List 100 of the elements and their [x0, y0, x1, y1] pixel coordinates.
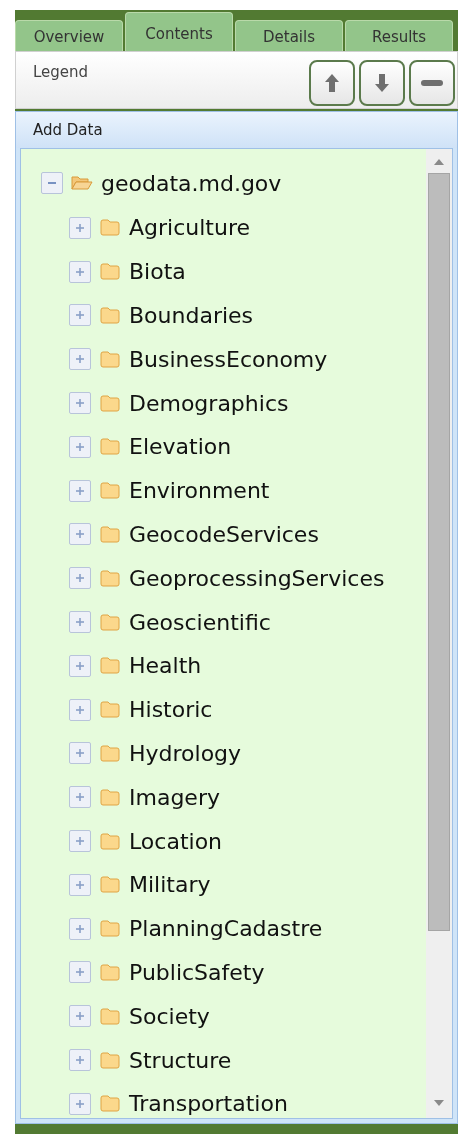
- plus-icon: [74, 747, 86, 760]
- folder-icon: [100, 657, 120, 675]
- expand-button[interactable]: [69, 1005, 91, 1028]
- plus-icon: [74, 484, 86, 497]
- tab[interactable]: Overview: [15, 20, 123, 51]
- plus-icon: [74, 616, 86, 629]
- down-arrow-icon: [374, 73, 390, 93]
- folder-icon: [100, 613, 120, 631]
- tree-item[interactable]: Demographics: [129, 386, 289, 420]
- tree-item[interactable]: Structure: [129, 1043, 232, 1077]
- plus-icon: [74, 397, 86, 410]
- expand-button[interactable]: [69, 742, 91, 765]
- folder-icon: [100, 569, 120, 587]
- plus-icon: [74, 966, 86, 979]
- expand-button[interactable]: [69, 567, 91, 590]
- up-arrow-icon: [324, 73, 340, 93]
- folder-icon: [100, 438, 120, 456]
- plus-icon: [74, 1010, 86, 1023]
- folder-icon: [100, 482, 120, 500]
- folder-icon: [100, 744, 120, 762]
- plus-icon: [74, 572, 86, 585]
- plus-icon: [74, 221, 86, 234]
- tree-item[interactable]: Boundaries: [129, 299, 254, 332]
- expand-button[interactable]: [69, 917, 91, 940]
- scroll-down-icon: [434, 1100, 444, 1106]
- expand-button[interactable]: [69, 479, 91, 502]
- expand-button[interactable]: [69, 216, 91, 239]
- folder-icon: [100, 307, 120, 324]
- folder-icon: [100, 920, 120, 938]
- scroll-up-icon: [434, 159, 444, 165]
- expand-button[interactable]: [69, 961, 91, 984]
- expand-button[interactable]: [69, 654, 91, 677]
- tree-item[interactable]: GeoprocessingServices: [129, 561, 385, 595]
- folder-icon: [100, 1095, 120, 1113]
- folder-icon: [100, 1007, 120, 1025]
- plus-icon: [74, 528, 86, 541]
- plus-icon: [74, 791, 86, 804]
- folder-icon: [100, 876, 120, 894]
- expand-button[interactable]: [69, 1092, 91, 1115]
- tab[interactable]: Contents: [125, 12, 233, 51]
- tree-item[interactable]: Agriculture: [129, 211, 250, 245]
- plus-icon: [74, 1054, 86, 1067]
- tab[interactable]: Details: [235, 20, 343, 51]
- plus-icon: [74, 309, 86, 322]
- tree-item[interactable]: Imagery: [129, 780, 220, 814]
- expand-button[interactable]: [69, 523, 91, 546]
- plus-icon: [74, 878, 86, 891]
- tree-item[interactable]: GeocodeServices: [129, 517, 319, 551]
- move-down-button[interactable]: [359, 60, 405, 106]
- expand-button[interactable]: [69, 435, 91, 458]
- expand-button[interactable]: [69, 786, 91, 809]
- plus-icon: [74, 922, 86, 935]
- tree-item[interactable]: Geoscientific: [129, 605, 271, 639]
- folder-icon: [100, 701, 120, 719]
- expand-button[interactable]: [69, 348, 91, 371]
- open-folder-icon: [71, 175, 93, 191]
- tree-item[interactable]: Biota: [129, 255, 186, 289]
- expand-button[interactable]: [69, 611, 91, 634]
- expand-button[interactable]: [69, 698, 91, 721]
- scrollbar-thumb[interactable]: [428, 173, 450, 931]
- tab[interactable]: Results: [345, 20, 453, 51]
- expand-button[interactable]: [69, 830, 91, 853]
- plus-icon: [74, 353, 86, 366]
- folder-icon: [100, 219, 120, 237]
- plus-icon: [74, 659, 86, 672]
- collapse-button[interactable]: [41, 172, 63, 194]
- tree-item[interactable]: BusinessEconomy: [129, 342, 328, 376]
- plus-icon: [74, 265, 86, 278]
- tree-item[interactable]: Health: [129, 649, 202, 683]
- tree-item[interactable]: Society: [129, 999, 210, 1033]
- tree-item[interactable]: Environment: [129, 474, 270, 508]
- folder-icon: [100, 963, 120, 981]
- folder-icon: [100, 1051, 120, 1069]
- tree-item[interactable]: PlanningCadastre: [129, 912, 323, 946]
- tree-item[interactable]: Hydrology: [129, 736, 242, 770]
- tree-item[interactable]: Historic: [129, 693, 213, 727]
- expand-button[interactable]: [69, 873, 91, 896]
- move-up-button[interactable]: [309, 60, 355, 106]
- plus-icon: [74, 1097, 86, 1110]
- remove-button[interactable]: [409, 60, 455, 106]
- expand-button[interactable]: [69, 392, 91, 415]
- expand-button[interactable]: [69, 260, 91, 283]
- plus-icon: [74, 703, 86, 716]
- scrollbar[interactable]: [426, 149, 452, 1118]
- tree-item[interactable]: PublicSafety: [129, 955, 265, 989]
- expand-button[interactable]: [69, 304, 91, 327]
- folder-icon: [100, 263, 120, 281]
- tree-item[interactable]: geodata.md.gov: [101, 166, 282, 200]
- plus-icon: [74, 440, 86, 453]
- legend-title: Legend: [33, 62, 89, 81]
- tree-item[interactable]: Transportation: [129, 1087, 288, 1118]
- minus-icon: [421, 80, 443, 86]
- expand-button[interactable]: [69, 1049, 91, 1072]
- folder-icon: [100, 350, 120, 368]
- folder-icon: [100, 525, 120, 543]
- tree-item[interactable]: Location: [129, 824, 223, 858]
- folder-icon: [100, 788, 120, 806]
- tree-item[interactable]: Military: [129, 868, 211, 902]
- plus-icon: [74, 835, 86, 848]
- tree-item[interactable]: Elevation: [129, 430, 232, 464]
